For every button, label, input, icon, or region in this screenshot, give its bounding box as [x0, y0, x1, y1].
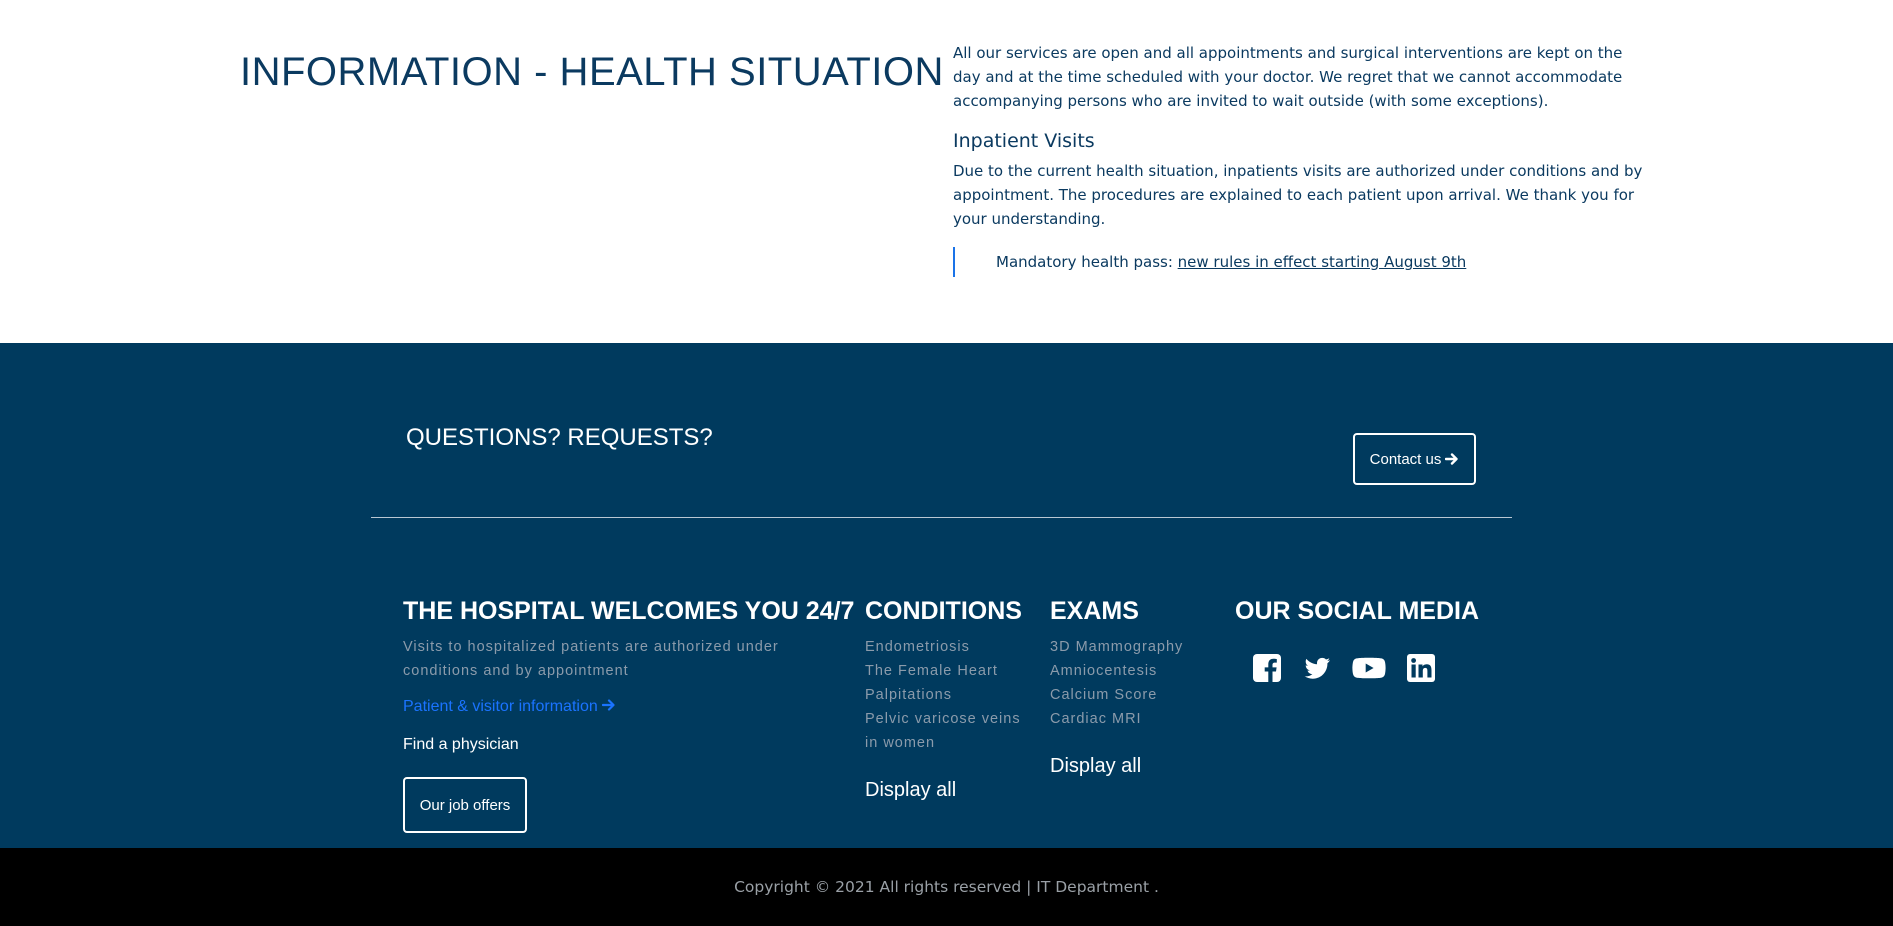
- condition-item[interactable]: Endometriosis: [865, 635, 1025, 659]
- exam-item[interactable]: Amniocentesis: [1050, 659, 1200, 683]
- copyright-text: Copyright © 2021 All rights reserved | I…: [734, 878, 1159, 896]
- twitter-icon[interactable]: [1302, 653, 1332, 683]
- conditions-list: Endometriosis The Female Heart Palpitati…: [865, 635, 1025, 755]
- contact-us-button[interactable]: Contact us: [1353, 433, 1476, 485]
- page-title: INFORMATION - HEALTH SITUATION: [240, 50, 944, 94]
- health-info-section: INFORMATION - HEALTH SITUATION All our s…: [0, 0, 1893, 343]
- welcome-heading: THE HOSPITAL WELCOMES YOU 24/7: [403, 597, 855, 625]
- arrow-right-icon: [1445, 453, 1459, 465]
- linkedin-icon[interactable]: [1406, 653, 1436, 683]
- conditions-heading: CONDITIONS: [865, 597, 1022, 625]
- health-pass-label: Mandatory health pass:: [996, 253, 1178, 271]
- youtube-icon[interactable]: [1352, 653, 1386, 683]
- patient-visitor-label: Patient & visitor information: [403, 698, 598, 715]
- exam-item[interactable]: Cardiac MRI: [1050, 707, 1200, 731]
- find-physician-link[interactable]: Find a physician: [403, 736, 519, 754]
- exams-heading: EXAMS: [1050, 597, 1139, 625]
- social-icons: [1252, 653, 1436, 683]
- info-intro: All our services are open and all appoin…: [953, 44, 1623, 110]
- condition-item[interactable]: The Female Heart: [865, 659, 1025, 683]
- footer-divider: [371, 517, 1512, 518]
- conditions-display-all-link[interactable]: Display all: [865, 779, 956, 802]
- job-offers-button[interactable]: Our job offers: [403, 777, 527, 833]
- health-pass-link[interactable]: new rules in effect starting August 9th: [1178, 253, 1467, 271]
- contact-us-label: Contact us: [1369, 450, 1442, 468]
- welcome-text: Visits to hospitalized patients are auth…: [403, 639, 779, 679]
- condition-item[interactable]: Pelvic varicose veins in women: [865, 707, 1025, 755]
- social-heading: OUR SOCIAL MEDIA: [1235, 597, 1479, 625]
- questions-title: QUESTIONS? REQUESTS?: [406, 424, 713, 451]
- health-pass-quote: Mandatory health pass: new rules in effe…: [953, 247, 1643, 277]
- exam-item[interactable]: 3D Mammography: [1050, 635, 1200, 659]
- condition-item[interactable]: Palpitations: [865, 683, 1025, 707]
- inpatient-heading: Inpatient Visits: [953, 130, 1095, 152]
- inpatient-text: Due to the current health situation, inp…: [953, 162, 1643, 228]
- site-footer: QUESTIONS? REQUESTS? Contact us THE HOSP…: [0, 343, 1893, 848]
- patient-visitor-link[interactable]: Patient & visitor information: [403, 698, 616, 716]
- exams-display-all-link[interactable]: Display all: [1050, 755, 1141, 778]
- facebook-icon[interactable]: [1252, 653, 1282, 683]
- arrow-right-icon: [602, 699, 615, 711]
- exams-list: 3D Mammography Amniocentesis Calcium Sco…: [1050, 635, 1200, 731]
- copyright-bar: Copyright © 2021 All rights reserved | I…: [0, 848, 1893, 926]
- info-body: All our services are open and all appoin…: [953, 41, 1643, 277]
- exam-item[interactable]: Calcium Score: [1050, 683, 1200, 707]
